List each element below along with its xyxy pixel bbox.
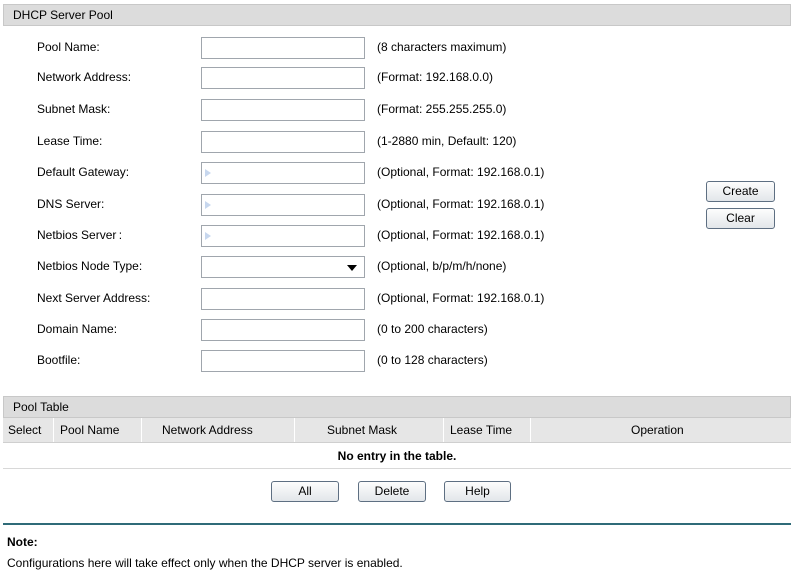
column-divider [53,418,54,442]
table-empty-message: No entry in the table. [3,443,791,469]
column-header-lease-time: Lease Time [450,423,513,437]
lease-time-hint: (1-2880 min, Default: 120) [377,134,517,148]
netbios-server-label: Netbios Server : [37,228,123,242]
network-address-label: Network Address: [37,70,132,84]
default-gateway-hint: (Optional, Format: 192.168.0.1) [377,165,545,179]
note-divider [3,523,791,525]
note-text: Configurations here will take effect onl… [7,556,403,570]
pool-name-label: Pool Name: [37,40,100,54]
column-divider [294,418,295,442]
domain-name-row: Domain Name: (0 to 200 characters) [0,319,795,341]
next-server-address-hint: (Optional, Format: 192.168.0.1) [377,291,545,305]
triangle-right-icon [205,169,211,177]
create-button[interactable]: Create [706,181,775,202]
lease-time-row: Lease Time: (1-2880 min, Default: 120) [0,131,795,153]
pool-table-title: Pool Table [13,400,69,414]
netbios-server-hint: (Optional, Format: 192.168.0.1) [377,228,545,242]
network-address-input[interactable] [201,67,365,89]
bootfile-hint: (0 to 128 characters) [377,353,488,367]
triangle-right-icon [205,232,211,240]
pool-section-header: DHCP Server Pool [3,4,791,26]
bootfile-input[interactable] [201,350,365,372]
bootfile-label: Bootfile: [37,353,81,367]
default-gateway-input[interactable] [201,162,365,184]
triangle-right-icon [205,201,211,209]
dns-server-row: DNS Server: (Optional, Format: 192.168.0… [0,194,795,216]
netbios-server-input[interactable] [201,225,365,247]
netbios-node-type-row: Netbios Node Type: (Optional, b/p/m/h/no… [0,256,795,278]
column-header-pool-name: Pool Name [60,423,120,437]
lease-time-label: Lease Time: [37,134,103,148]
pool-name-input[interactable] [201,37,365,59]
domain-name-hint: (0 to 200 characters) [377,322,488,336]
note-title: Note: [7,535,38,549]
subnet-mask-label: Subnet Mask: [37,102,111,116]
next-server-address-input[interactable] [201,288,365,310]
netbios-node-type-hint: (Optional, b/p/m/h/none) [377,259,507,273]
netbios-node-type-label: Netbios Node Type: [37,259,143,273]
caret-down-icon [347,265,357,271]
column-header-operation: Operation [631,423,684,437]
column-header-select: Select [8,423,42,437]
netbios-server-row: Netbios Server : (Optional, Format: 192.… [0,225,795,247]
delete-button[interactable]: Delete [358,481,426,502]
column-divider [141,418,142,442]
default-gateway-row: Default Gateway: (Optional, Format: 192.… [0,162,795,184]
bootfile-row: Bootfile: (0 to 128 characters) [0,350,795,372]
default-gateway-label: Default Gateway: [37,165,130,179]
column-divider [530,418,531,442]
help-button[interactable]: Help [444,481,511,502]
network-address-row: Network Address: (Format: 192.168.0.0) [0,67,795,89]
pool-table-header: Pool Table [3,396,791,418]
subnet-mask-input[interactable] [201,99,365,121]
subnet-mask-hint: (Format: 255.255.255.0) [377,102,507,116]
next-server-address-label: Next Server Address: [37,291,151,305]
pool-table-column-headers: Select Pool Name Network Address Subnet … [3,418,791,443]
network-address-hint: (Format: 192.168.0.0) [377,70,494,84]
dns-server-input[interactable] [201,194,365,216]
dns-server-label: DNS Server: [37,197,105,211]
pool-name-row: Pool Name: (8 characters maximum) [0,37,795,59]
clear-button[interactable]: Clear [706,208,775,229]
dns-server-hint: (Optional, Format: 192.168.0.1) [377,197,545,211]
domain-name-input[interactable] [201,319,365,341]
subnet-mask-row: Subnet Mask: (Format: 255.255.255.0) [0,99,795,121]
column-header-network-address: Network Address [162,423,253,437]
domain-name-label: Domain Name: [37,322,118,336]
pool-section-title: DHCP Server Pool [13,8,113,22]
column-divider [443,418,444,442]
select-all-button[interactable]: All [271,481,339,502]
pool-name-hint: (8 characters maximum) [377,40,507,54]
lease-time-input[interactable] [201,131,365,153]
column-header-subnet-mask: Subnet Mask [327,423,398,437]
next-server-address-row: Next Server Address: (Optional, Format: … [0,288,795,310]
netbios-node-type-select[interactable] [201,256,365,278]
